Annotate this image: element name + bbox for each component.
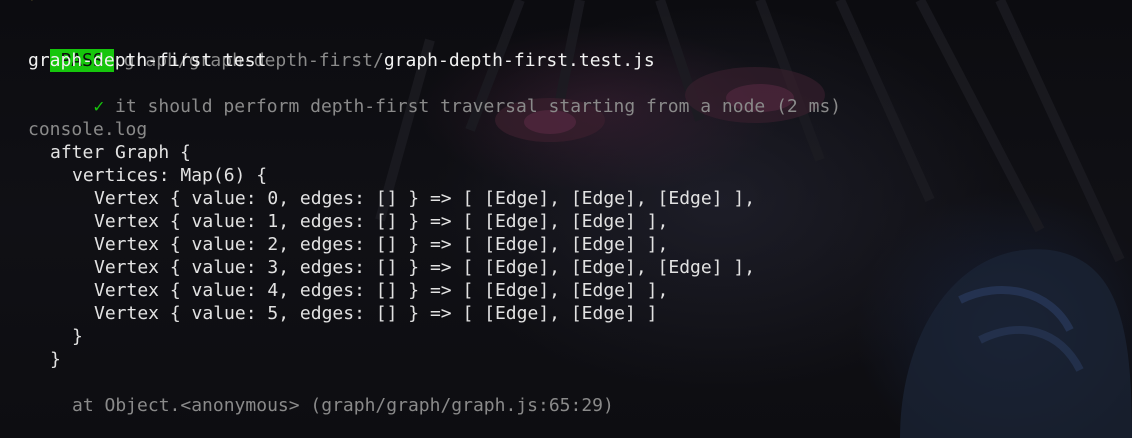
test-case-line: ✓ it should perform depth-first traversa…	[50, 72, 841, 117]
console-line: Vertex { value: 1, edges: [] } => [ [Edg…	[94, 211, 669, 232]
console-log-header: console.log	[28, 119, 148, 140]
console-line: Vertex { value: 3, edges: [] } => [ [Edg…	[94, 257, 756, 278]
console-line: Vertex { value: 0, edges: [] } => [ [Edg…	[94, 188, 756, 209]
console-line: Vertex { value: 4, edges: [] } => [ [Edg…	[94, 280, 669, 301]
suite-name: graph-depth-first test	[28, 50, 267, 71]
console-line: }	[50, 349, 61, 370]
console-line: Vertex { value: 5, edges: [] } => [ [Edg…	[94, 303, 658, 324]
scrolled-off-line: › ‾ ‾ ‾ ‾ ‾ ‾ ‾ ‾ ‾ ‾ ‾ ‾ ‾ ‾ ‾	[28, 0, 364, 7]
console-line: Vertex { value: 2, edges: [] } => [ [Edg…	[94, 234, 669, 255]
test-file-name: graph-depth-first.test.js	[383, 50, 655, 71]
test-result-line: PASS graph/graph-depth-first/graph-depth-…	[7, 26, 655, 72]
console-line: }	[72, 326, 83, 347]
stack-location: at Object.<anonymous> (graph/graph/graph…	[72, 395, 614, 416]
console-line: vertices: Map(6) {	[72, 165, 268, 186]
terminal-window[interactable]: › ‾ ‾ ‾ ‾ ‾ ‾ ‾ ‾ ‾ ‾ ‾ ‾ ‾ ‾ ‾ PASSgrap…	[0, 0, 1132, 438]
test-case-name: it should perform depth-first traversal …	[115, 96, 842, 117]
check-icon: ✓	[93, 96, 105, 117]
console-line: after Graph {	[50, 142, 191, 163]
